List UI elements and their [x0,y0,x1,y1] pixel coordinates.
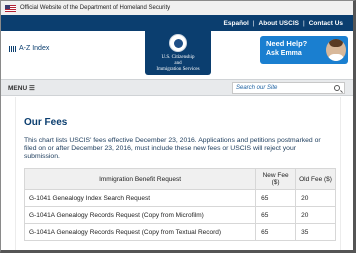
fees-table: Immigration Benefit Request New Fee ($) … [23,168,336,241]
main-content: Our Fees This chart lists USCIS' fees ef… [15,97,341,250]
table-row: G-1041A Genealogy Records Request (Copy … [23,206,336,224]
uscis-logo[interactable]: U.S. Citizenship and Immigration Service… [145,30,211,75]
search-placeholder: Search our Site [236,85,278,91]
table-cell: 65 [255,206,297,224]
us-flag-icon [5,4,16,12]
table-row: G-1041A Genealogy Records Request (Copy … [23,223,336,241]
link-about-uscis[interactable]: About USCIS [255,20,303,27]
az-index-label: A-Z Index [19,45,50,52]
az-index-link[interactable]: A-Z Index [9,45,49,52]
help-title: Need Help? [266,39,308,48]
table-cell: 35 [295,223,336,241]
top-nav: Español | About USCIS | Contact Us [1,15,353,31]
link-espanol[interactable]: Español [220,20,253,27]
help-subtitle: Ask Emma [266,50,302,57]
gov-banner-text: Official Website of the Department of Ho… [20,5,171,11]
table-cell: 20 [295,189,336,207]
browser-frame: Official Website of the Department of Ho… [0,0,356,253]
site-header: A-Z Index U.S. Citizenship and Immigrati… [1,30,353,85]
table-row: G-1041 Genealogy Index Search Request 65… [23,189,336,207]
gov-banner: Official Website of the Department of Ho… [1,1,353,15]
table-cell: G-1041A Genealogy Records Request (Copy … [23,206,257,224]
table-cell: 65 [255,189,297,207]
emma-avatar [326,39,346,61]
table-cell: G-1041A Genealogy Records Request (Copy … [23,223,257,241]
dhs-seal-icon [169,34,187,52]
table-cell: 20 [295,206,336,224]
column-header: New Fee ($) [255,168,297,190]
menu-button[interactable]: MENU ☰ [8,84,35,92]
menu-bar: MENU ☰ Search our Site [1,79,353,96]
list-icon [9,45,16,52]
table-cell: 65 [255,223,297,241]
search-input[interactable]: Search our Site [232,82,345,94]
table-cell: G-1041 Genealogy Index Search Request [23,189,257,207]
link-contact-us[interactable]: Contact Us [305,20,347,27]
ask-emma-button[interactable]: Need Help? Ask Emma [260,36,348,64]
logo-line-3: Immigration Services [156,67,200,72]
search-icon[interactable] [334,85,340,91]
intro-text: This chart lists USCIS' fees effective D… [24,137,321,160]
table-header-row: Immigration Benefit Request New Fee ($) … [23,168,336,190]
page-title: Our Fees [24,117,68,128]
column-header: Old Fee ($) [295,168,336,190]
column-header: Immigration Benefit Request [23,168,257,190]
